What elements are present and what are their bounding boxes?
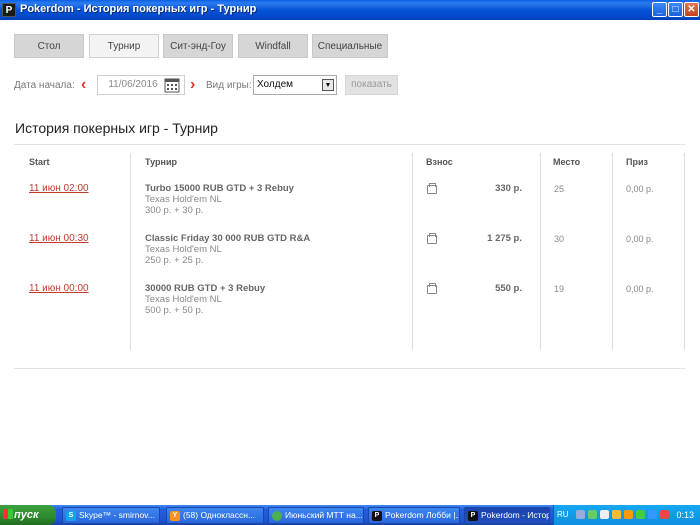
maximize-button[interactable]: □ bbox=[668, 2, 683, 17]
header-tournament: Турнир bbox=[145, 157, 178, 167]
window-title-bar: P Pokerdom - История покерных игр - Турн… bbox=[0, 0, 700, 20]
taskbar: пуск S Skype™ - smirnov... Y (58) Однокл… bbox=[0, 505, 700, 525]
fee-value: 330 р. bbox=[495, 183, 522, 194]
game-variant: Texas Hold'em NL bbox=[145, 244, 222, 255]
start-date-label: Дата начала: bbox=[14, 80, 75, 91]
pokerdom-icon: P bbox=[372, 511, 382, 521]
history-table: Start Турнир Взнос Место Приз 11 июн 02:… bbox=[14, 144, 686, 350]
tray-icon[interactable] bbox=[648, 510, 657, 519]
taskbar-item-chrome[interactable]: Июньский МТТ на... bbox=[268, 507, 364, 524]
start-time-link[interactable]: 11 июн 02:00 bbox=[29, 183, 89, 194]
start-time-link[interactable]: 11 июн 00:00 bbox=[29, 283, 89, 294]
page-title: История покерных игр - Турнир bbox=[15, 120, 218, 136]
task-label: Июньский МТТ на... bbox=[285, 510, 363, 520]
header-place: Место bbox=[553, 157, 581, 167]
place-value: 19 bbox=[554, 284, 565, 294]
start-time-link[interactable]: 11 июн 00:30 bbox=[29, 233, 89, 244]
fee-value: 1 275 р. bbox=[487, 233, 522, 244]
system-tray: RU 0:13 bbox=[553, 505, 700, 525]
pokerdom-app-icon: P bbox=[2, 3, 16, 17]
tournament-name: 30000 RUB GTD + 3 Rebuy bbox=[145, 283, 266, 294]
header-prize: Приз bbox=[626, 157, 648, 167]
table-row: 11 июн 02:00 Turbo 15000 RUB GTD + 3 Reb… bbox=[14, 183, 686, 233]
taskbar-item-pokerdom-lobby[interactable]: P Pokerdom Лобби |... bbox=[368, 507, 460, 524]
buy-in: 300 р. + 30 р. bbox=[145, 205, 204, 216]
tray-icon[interactable] bbox=[576, 510, 585, 519]
game-type-select[interactable]: Холдем ▼ bbox=[253, 75, 337, 95]
chrome-icon bbox=[272, 511, 282, 521]
place-value: 30 bbox=[554, 234, 565, 244]
task-label: Skype™ - smirnov... bbox=[79, 510, 155, 520]
task-label: Pokerdom - Истор... bbox=[481, 510, 549, 520]
taskbar-item-skype[interactable]: S Skype™ - smirnov... bbox=[62, 507, 160, 524]
tray-icon[interactable] bbox=[612, 510, 621, 519]
tab-table[interactable]: Стол bbox=[14, 34, 84, 58]
odnoklassniki-icon: Y bbox=[170, 511, 180, 521]
start-button[interactable]: пуск bbox=[0, 505, 56, 525]
task-label: (58) Одноклассн... bbox=[183, 510, 256, 520]
table-bottom-divider bbox=[14, 368, 686, 369]
header-start: Start bbox=[29, 157, 50, 167]
tournament-info: Turbo 15000 RUB GTD + 3 Rebuy Texas Hold… bbox=[145, 183, 294, 216]
wallet-icon bbox=[427, 183, 437, 194]
header-fee: Взнос bbox=[426, 157, 453, 167]
buy-in: 250 р. + 25 р. bbox=[145, 255, 204, 266]
prev-date-arrow-icon[interactable]: ‹ bbox=[81, 76, 86, 94]
game-variant: Texas Hold'em NL bbox=[145, 294, 222, 305]
taskbar-item-odnoklassniki[interactable]: Y (58) Одноклассн... bbox=[166, 507, 264, 524]
tab-windfall[interactable]: Windfall bbox=[238, 34, 308, 58]
table-row: 11 июн 00:30 Classic Friday 30 000 RUB G… bbox=[14, 233, 686, 283]
fee-value: 550 р. bbox=[495, 283, 522, 294]
tray-icon[interactable] bbox=[588, 510, 597, 519]
minimize-button[interactable]: _ bbox=[652, 2, 667, 17]
game-type-label: Вид игры: bbox=[206, 80, 252, 91]
tray-icon[interactable] bbox=[600, 510, 609, 519]
page-content: Стол Турнир Сит-энд-Гоу Windfall Специал… bbox=[0, 20, 700, 502]
place-value: 25 bbox=[554, 184, 565, 194]
window-title: Pokerdom - История покерных игр - Турнир bbox=[20, 3, 257, 15]
game-variant: Texas Hold'em NL bbox=[145, 194, 222, 205]
buy-in: 500 р. + 50 р. bbox=[145, 305, 204, 316]
prize-value: 0,00 р. bbox=[626, 184, 654, 194]
game-type-value: Холдем bbox=[257, 79, 294, 90]
close-button[interactable]: ✕ bbox=[684, 2, 699, 17]
skype-icon: S bbox=[66, 511, 76, 521]
next-date-arrow-icon[interactable]: › bbox=[190, 76, 195, 94]
tournament-info: 30000 RUB GTD + 3 Rebuy Texas Hold'em NL… bbox=[145, 283, 265, 316]
taskbar-item-pokerdom-history[interactable]: P Pokerdom - Истор... bbox=[464, 507, 550, 524]
tournament-name: Turbo 15000 RUB GTD + 3 Rebuy bbox=[145, 183, 294, 194]
tray-icon[interactable] bbox=[660, 510, 669, 519]
language-indicator[interactable]: RU bbox=[557, 510, 569, 519]
tray-icon[interactable] bbox=[636, 510, 645, 519]
calendar-icon[interactable] bbox=[164, 77, 180, 93]
start-label: пуск bbox=[14, 509, 39, 521]
task-label: Pokerdom Лобби |... bbox=[385, 510, 460, 520]
tournament-name: Classic Friday 30 000 RUB GTD R&A bbox=[145, 233, 311, 244]
tab-sit-and-go[interactable]: Сит-энд-Гоу bbox=[163, 34, 233, 58]
wallet-icon bbox=[427, 233, 437, 244]
windows-flag-icon bbox=[3, 509, 13, 519]
tab-special[interactable]: Специальные bbox=[312, 34, 388, 58]
pokerdom-icon: P bbox=[468, 511, 478, 521]
wallet-icon bbox=[427, 283, 437, 294]
tournament-info: Classic Friday 30 000 RUB GTD R&A Texas … bbox=[145, 233, 310, 266]
tray-icon[interactable] bbox=[624, 510, 633, 519]
show-button[interactable]: показать bbox=[345, 75, 398, 95]
table-row: 11 июн 00:00 30000 RUB GTD + 3 Rebuy Tex… bbox=[14, 283, 686, 333]
clock: 0:13 bbox=[676, 510, 694, 520]
prize-value: 0,00 р. bbox=[626, 284, 654, 294]
filter-row: Дата начала: ‹ 11/06/2016 › Вид игры: Хо… bbox=[14, 75, 694, 97]
tab-tournament[interactable]: Турнир bbox=[89, 34, 159, 58]
dropdown-arrow-icon[interactable]: ▼ bbox=[322, 79, 334, 91]
prize-value: 0,00 р. bbox=[626, 234, 654, 244]
